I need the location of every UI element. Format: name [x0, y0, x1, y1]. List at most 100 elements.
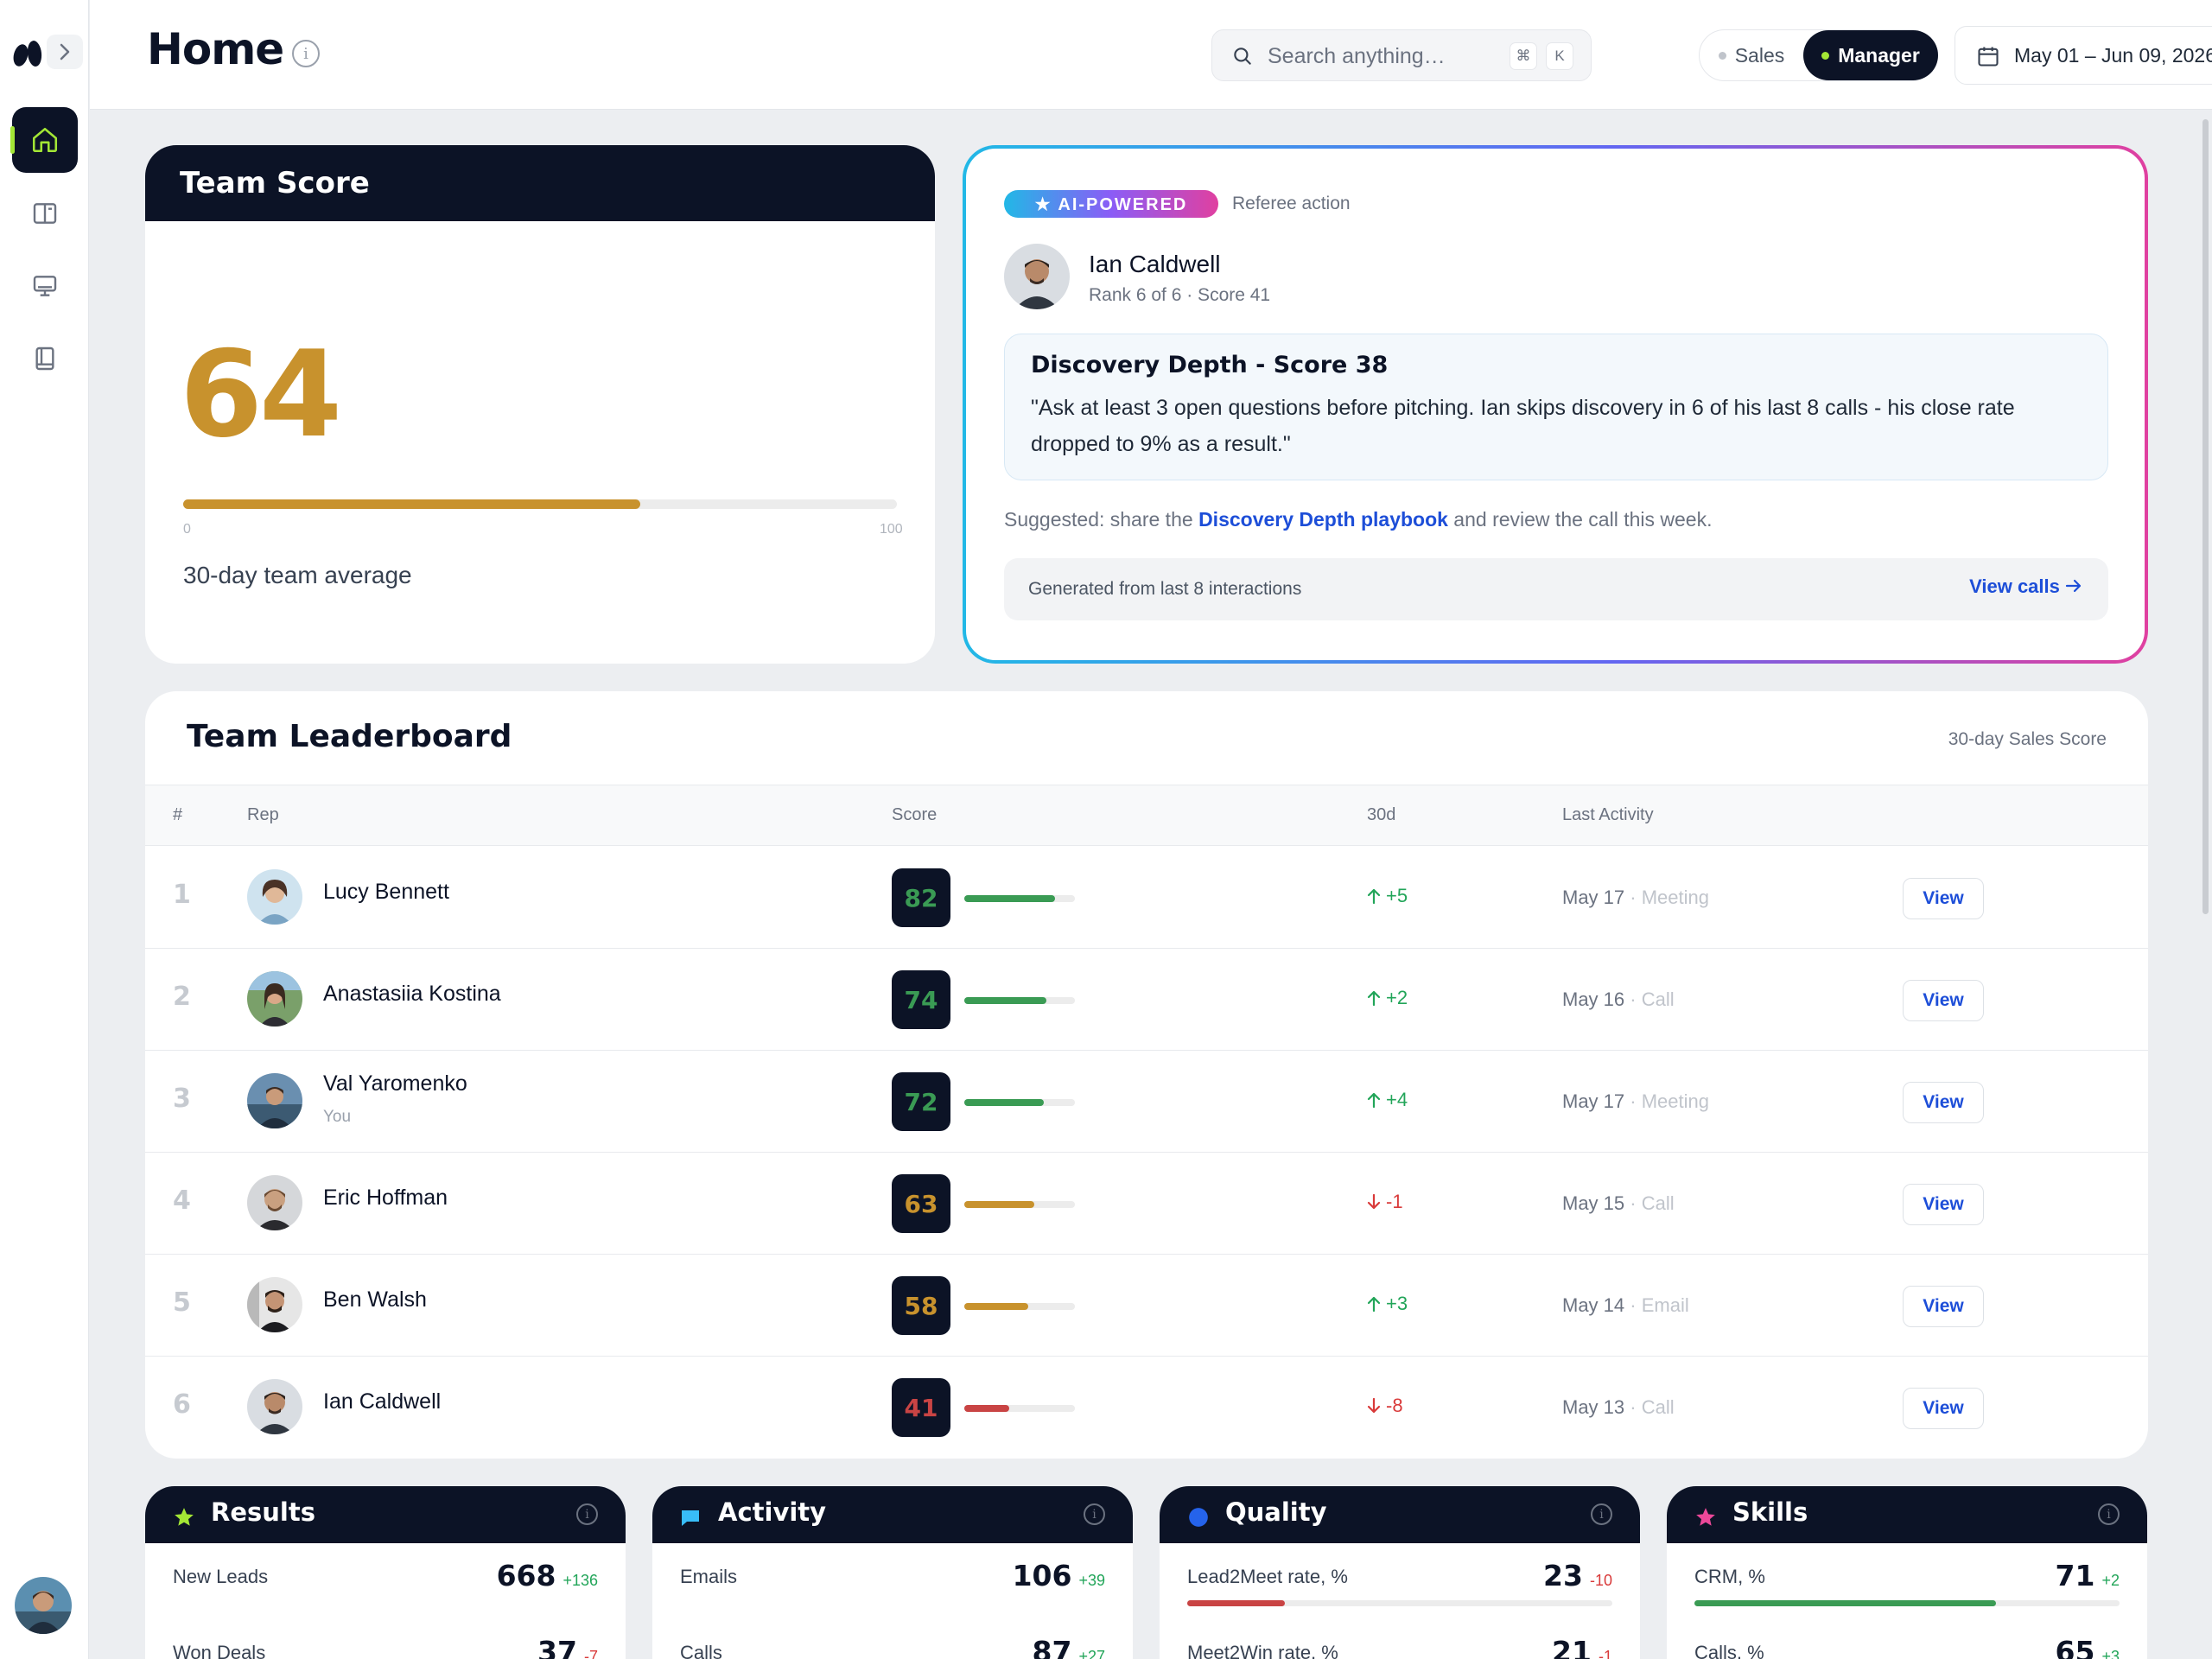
metric-card-results: Results i New Leads 668 +136 Won Deals 37 -7	[145, 1486, 626, 1659]
table-row: 6 Ian Caldwell 41 -8 May 13 · Call View	[145, 1357, 2148, 1459]
col-last-activity: Last Activity	[1562, 805, 1654, 824]
metric-value: 21 -1	[1552, 1635, 1612, 1659]
last-activity: May 13 · Call	[1562, 1396, 1675, 1418]
col-rep: Rep	[247, 805, 279, 824]
search-box[interactable]: ⌘ K	[1211, 29, 1592, 81]
row-rank: 6	[173, 1389, 191, 1420]
row-rank: 3	[173, 1084, 191, 1114]
sidebar-expand-button[interactable]	[47, 35, 83, 69]
table-header: # Rep Score 30d Last Activity	[145, 785, 2148, 846]
metric-label: Lead2Meet rate, %	[1187, 1566, 1348, 1587]
metric-bar	[1187, 1600, 1612, 1606]
avatar	[247, 869, 302, 925]
metric-label: New Leads	[173, 1566, 269, 1587]
info-icon[interactable]: i	[576, 1503, 598, 1525]
metric-card-title: Activity	[718, 1497, 827, 1527]
playbook-link[interactable]: Discovery Depth playbook	[1198, 508, 1448, 531]
mode-option-sales[interactable]: Sales	[1700, 30, 1803, 80]
metric-change: +136	[563, 1572, 598, 1589]
team-score-card: Team Score 64 0 100 30-day team average	[145, 145, 935, 664]
mode-option-manager[interactable]: Manager	[1803, 30, 1938, 80]
metric-bar	[1694, 1600, 2120, 1606]
metric-card-title: Quality	[1225, 1497, 1327, 1527]
sidebar	[0, 0, 89, 1659]
metric-card-title: Results	[211, 1497, 315, 1527]
arrow-down-icon	[1367, 1397, 1381, 1414]
metric-value: 668 +136	[496, 1559, 598, 1592]
info-icon[interactable]: i	[292, 40, 320, 67]
you-label: You	[323, 1108, 352, 1126]
rep-name[interactable]: Eric Hoffman	[323, 1185, 448, 1211]
rep-name[interactable]: Anastasiia Kostina	[323, 982, 501, 1007]
home-icon	[32, 127, 58, 153]
metric-value: 87 +27	[1033, 1635, 1105, 1659]
score-chip: 63	[892, 1174, 950, 1233]
logo-icon[interactable]	[10, 36, 47, 67]
view-calls-link[interactable]: View calls	[1969, 575, 2082, 598]
metric-label: CRM, %	[1694, 1566, 1765, 1587]
suggestion-text: Suggested: share the Discovery Depth pla…	[1004, 508, 1713, 531]
arrow-up-icon	[1367, 990, 1381, 1007]
rep-name[interactable]: Ben Walsh	[323, 1287, 427, 1313]
delta-30d: -1	[1367, 1191, 1403, 1213]
col-rank: #	[173, 805, 183, 824]
rep-name[interactable]: Lucy Bennett	[323, 880, 449, 905]
view-button[interactable]: View	[1903, 1388, 1984, 1429]
metric-change: -1	[1598, 1648, 1612, 1659]
sidebar-item-library[interactable]	[12, 181, 78, 246]
rep-name[interactable]: Ian Caldwell	[323, 1389, 441, 1414]
insight-quote: "Ask at least 3 open questions before pi…	[1031, 396, 2015, 456]
metric-value: 37 -7	[537, 1635, 598, 1659]
insight-box: Discovery Depth - Score 38 "Ask at least…	[1004, 334, 2108, 480]
date-range-label: May 01 – Jun 09, 2026	[2014, 43, 2212, 67]
row-rank: 4	[173, 1185, 191, 1216]
view-button[interactable]: View	[1903, 980, 1984, 1021]
person-name[interactable]: Ian Caldwell	[1089, 251, 1221, 278]
avatar	[247, 1175, 302, 1230]
metric-label: Calls	[680, 1642, 722, 1659]
info-icon[interactable]: i	[1591, 1503, 1612, 1525]
col-score: Score	[892, 805, 938, 824]
monitor-icon	[33, 276, 57, 296]
score-bar	[964, 1303, 1075, 1310]
view-button[interactable]: View	[1903, 1184, 1984, 1225]
top-bar: Home i ⌘ K Sales Manager May 01 – Jun 09…	[90, 0, 2212, 110]
avatar	[1004, 244, 1070, 309]
sidebar-item-home[interactable]	[10, 107, 78, 173]
avatar	[247, 1073, 302, 1128]
metric-card-header: Skills i	[1667, 1486, 2147, 1543]
search-input[interactable]	[1268, 41, 1492, 72]
score-bar-fill	[964, 997, 1046, 1004]
info-icon[interactable]: i	[2098, 1503, 2120, 1525]
view-button[interactable]: View	[1903, 1286, 1984, 1327]
leaderboard-card: Team Leaderboard 30-day Sales Score # Re…	[145, 691, 2148, 1459]
delta-30d: -8	[1367, 1395, 1403, 1417]
date-range-picker[interactable]: May 01 – Jun 09, 2026	[1955, 26, 2212, 85]
metric-row: Calls 87 +27	[680, 1635, 1105, 1659]
col-30d: 30d	[1367, 805, 1396, 824]
ai-card-kind: Referee action	[1232, 194, 1351, 213]
score-bar-fill	[964, 1099, 1045, 1106]
metric-card-skills: Skills i CRM, % 71 +2 Calls, % 65 +3	[1667, 1486, 2147, 1659]
book-open-icon	[33, 203, 57, 224]
delta-30d: +4	[1367, 1089, 1408, 1111]
arrow-up-icon	[1367, 888, 1381, 905]
metric-card-header: Results i	[145, 1486, 626, 1543]
metric-row: Emails 106 +39	[680, 1559, 1105, 1593]
chevron-right-icon	[60, 43, 70, 60]
arrow-right-icon	[2065, 579, 2082, 593]
view-button[interactable]: View	[1903, 878, 1984, 919]
arrow-up-icon	[1367, 1296, 1381, 1313]
score-chip: 41	[892, 1378, 950, 1437]
user-avatar[interactable]	[15, 1577, 72, 1634]
leaderboard-subtitle: 30-day Sales Score	[1948, 729, 2107, 749]
metric-value: 23 -10	[1543, 1559, 1612, 1592]
sidebar-item-notebook[interactable]	[12, 326, 78, 391]
last-activity: May 15 · Call	[1562, 1192, 1675, 1214]
rep-name[interactable]: Val Yaromenko	[323, 1071, 467, 1096]
view-button[interactable]: View	[1903, 1082, 1984, 1123]
sidebar-item-screen[interactable]	[12, 253, 78, 319]
arrow-down-icon	[1367, 1193, 1381, 1210]
info-icon[interactable]: i	[1084, 1503, 1105, 1525]
scrollbar-thumb[interactable]	[2202, 119, 2209, 914]
